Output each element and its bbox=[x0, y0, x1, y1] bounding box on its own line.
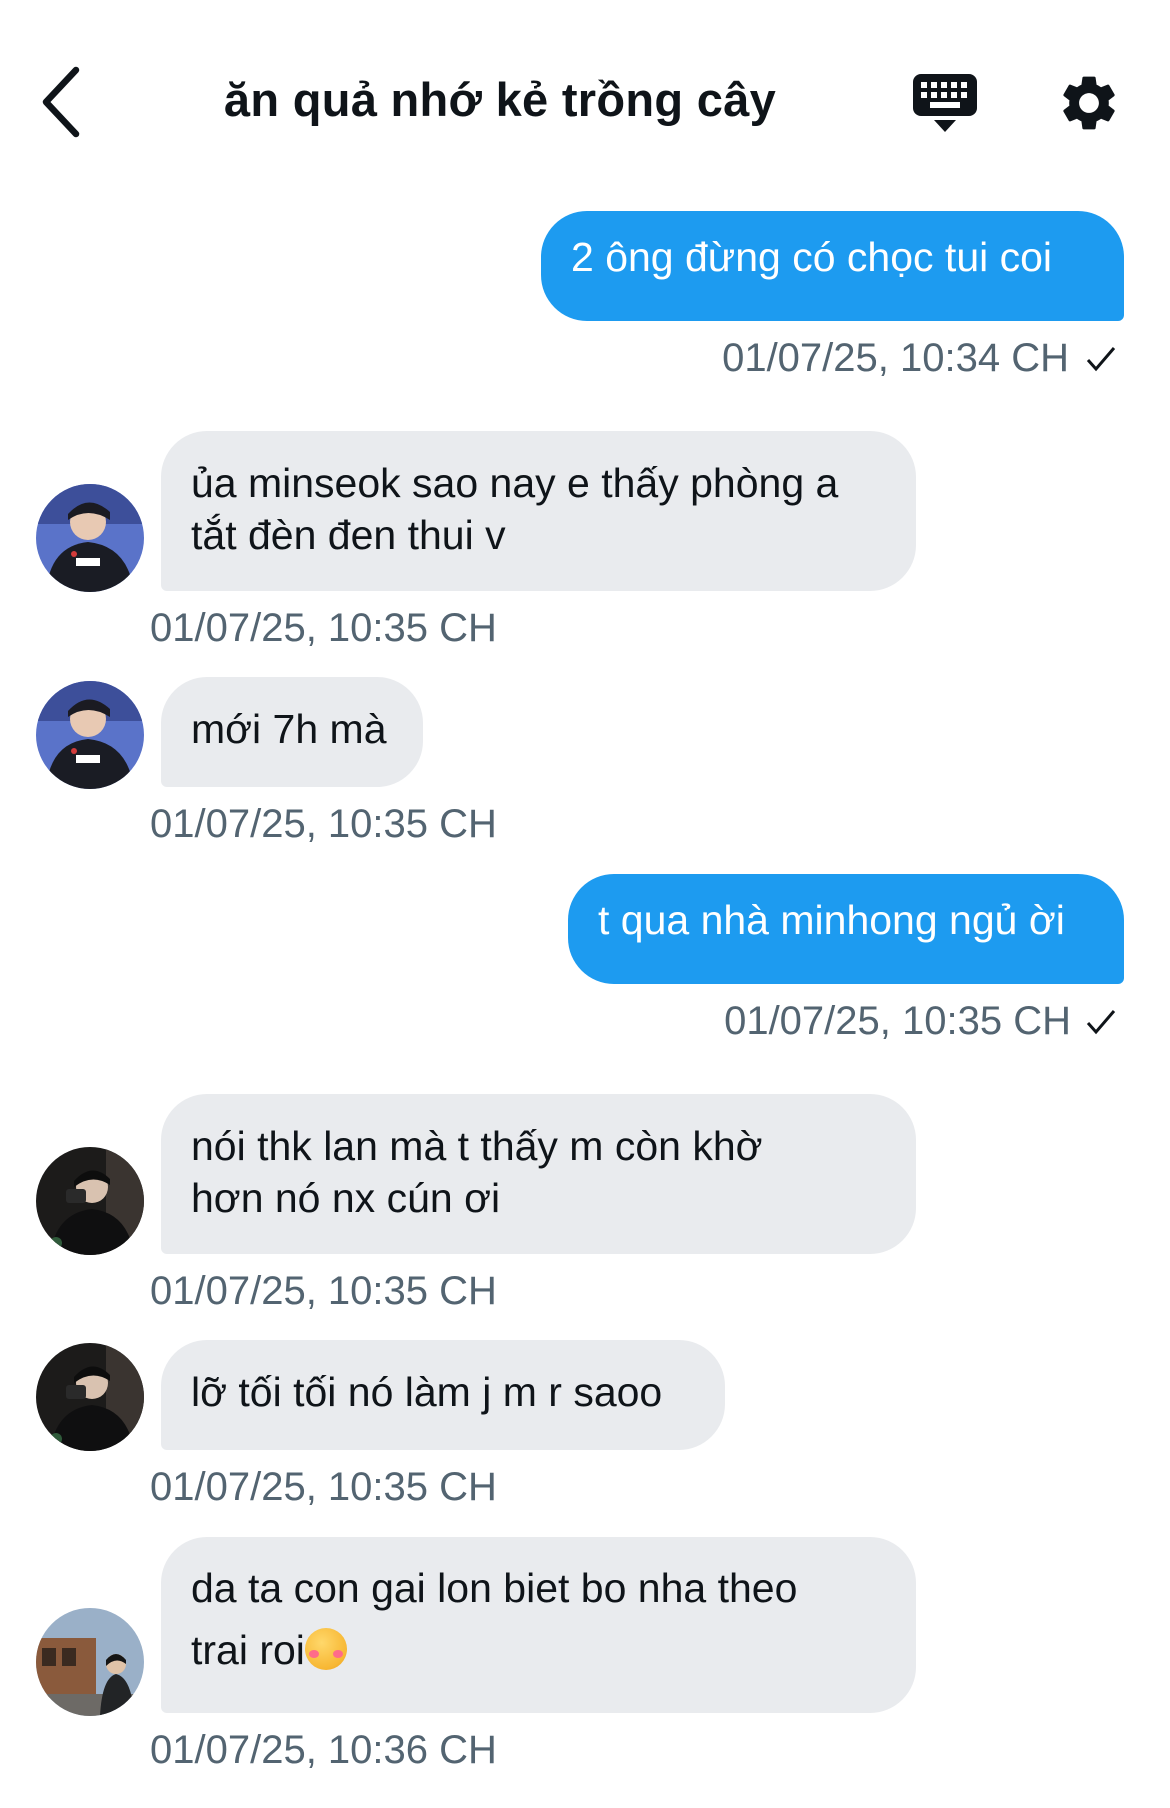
sender-avatar[interactable] bbox=[36, 1147, 144, 1255]
avatar-photo-icon bbox=[36, 484, 144, 592]
conversation-header: ăn quả nhớ kẻ trồng cây bbox=[0, 0, 1170, 200]
message-text: mới 7h mà bbox=[191, 706, 387, 752]
incoming-message-bubble[interactable]: mới 7h mà bbox=[161, 677, 423, 787]
message-text-line: da ta con gai lon biet bo nha theo bbox=[191, 1565, 798, 1611]
avatar-photo-icon bbox=[36, 1343, 144, 1451]
sender-avatar[interactable] bbox=[36, 484, 144, 592]
sender-avatar[interactable] bbox=[36, 1343, 144, 1451]
message-timestamp: 01/07/25, 10:35 CH bbox=[150, 1269, 497, 1313]
message-text-line-with-emoji: trai roi bbox=[191, 1619, 886, 1681]
message-timestamp: 01/07/25, 10:35 CH bbox=[150, 1465, 497, 1509]
message-text-line: ủa minseok sao nay e thấy phòng a bbox=[191, 460, 839, 506]
avatar-photo-icon bbox=[36, 1147, 144, 1255]
message-text: lỡ tối tối nó làm j m r saoo bbox=[191, 1369, 663, 1415]
settings-button[interactable] bbox=[1056, 70, 1122, 136]
message-text: t qua nhà minhong ngủ ời bbox=[598, 897, 1065, 943]
outgoing-message-bubble[interactable]: t qua nhà minhong ngủ ời bbox=[568, 874, 1124, 984]
keyboard-shortcuts-button[interactable] bbox=[912, 70, 978, 136]
incoming-message-bubble[interactable]: lỡ tối tối nó làm j m r saoo bbox=[161, 1340, 725, 1450]
keyboard-icon bbox=[913, 74, 977, 132]
message-timestamp: 01/07/25, 10:36 CH bbox=[150, 1728, 497, 1772]
sender-avatar[interactable] bbox=[36, 681, 144, 789]
sent-check-icon bbox=[1086, 347, 1116, 372]
sent-check-icon bbox=[1086, 1010, 1116, 1035]
conversation-title: ăn quả nhớ kẻ trồng cây bbox=[223, 73, 777, 126]
message-timestamp: 01/07/25, 10:34 CH bbox=[722, 336, 1069, 380]
outgoing-message-bubble[interactable]: 2 ông đừng có chọc tui coi bbox=[541, 211, 1124, 321]
back-arrow-icon bbox=[42, 66, 80, 138]
avatar-photo-icon bbox=[36, 1608, 144, 1716]
smiling-face-with-hearts-icon bbox=[304, 1628, 347, 1670]
message-timestamp: 01/07/25, 10:35 CH bbox=[150, 606, 497, 650]
message-text: 2 ông đừng có chọc tui coi bbox=[571, 234, 1053, 280]
message-text-line: hơn nó nx cún ơi bbox=[191, 1175, 501, 1221]
incoming-message-bubble[interactable]: da ta con gai lon biet bo nha theo trai … bbox=[161, 1537, 916, 1713]
avatar-photo-icon bbox=[36, 681, 144, 789]
message-timestamp: 01/07/25, 10:35 CH bbox=[724, 999, 1071, 1043]
message-text-line: tắt đèn đen thui v bbox=[191, 512, 506, 558]
incoming-message-bubble[interactable]: ủa minseok sao nay e thấy phòng a tắt đè… bbox=[161, 431, 916, 591]
sender-avatar[interactable] bbox=[36, 1608, 144, 1716]
message-text: trai roi bbox=[191, 1627, 305, 1673]
gear-icon bbox=[1063, 76, 1115, 130]
back-button[interactable] bbox=[40, 66, 100, 138]
message-timestamp: 01/07/25, 10:35 CH bbox=[150, 802, 497, 846]
incoming-message-bubble[interactable]: nói thk lan mà t thấy m còn khờ hơn nó n… bbox=[161, 1094, 916, 1254]
message-text-line: nói thk lan mà t thấy m còn khờ bbox=[191, 1123, 763, 1169]
